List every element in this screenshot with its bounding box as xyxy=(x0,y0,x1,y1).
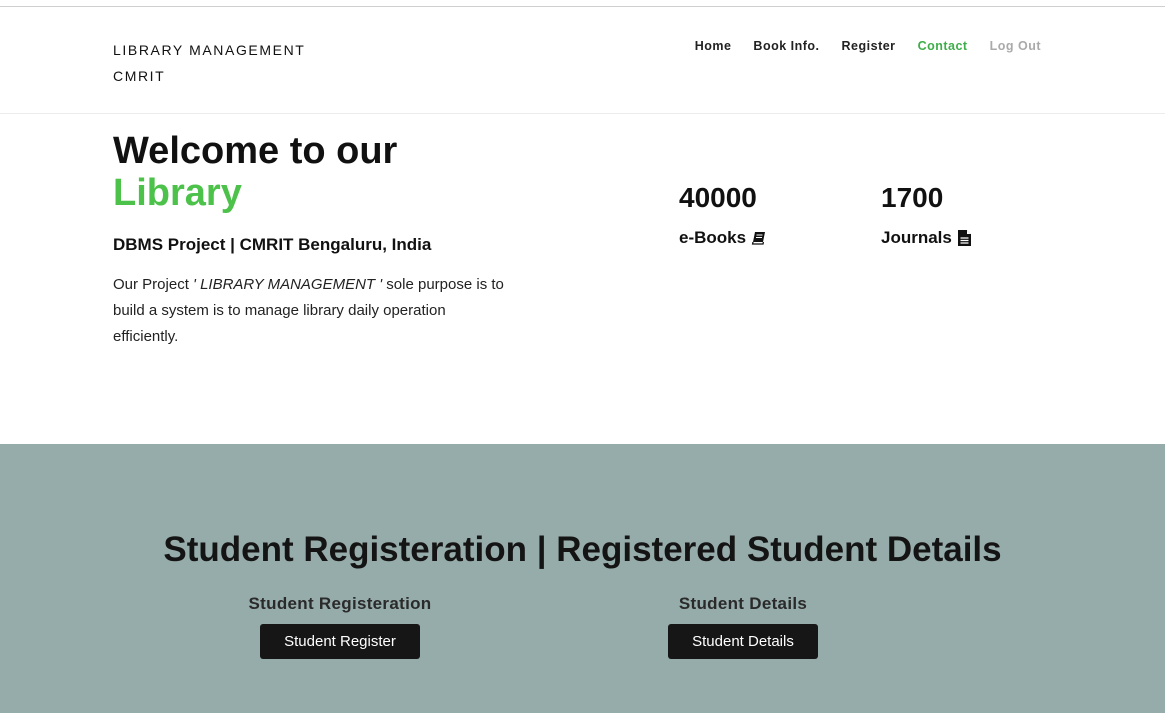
hero-description-project-name: ' LIBRARY MANAGEMENT ' xyxy=(193,276,383,293)
hero-title-line-1: Welcome to our xyxy=(113,130,398,172)
nav-book-info[interactable]: Book Info. xyxy=(753,39,819,53)
brand-logo[interactable]: LIBRARY MANAGEMENT CMRIT xyxy=(113,37,305,89)
site-header: LIBRARY MANAGEMENT CMRIT Home Book Info.… xyxy=(0,7,1165,114)
stat-ebooks-value: 40000 xyxy=(679,182,757,213)
hero-subtitle: DBMS Project | CMRIT Bengaluru, India xyxy=(113,235,432,254)
stat-journals-value: 1700 xyxy=(881,182,944,213)
brand-line-1: LIBRARY MANAGEMENT xyxy=(113,42,306,58)
student-details-button[interactable]: Student Details xyxy=(668,624,818,659)
stat-journals: 1700 Journals xyxy=(881,180,972,248)
main-nav: Home Book Info. Register Contact Log Out xyxy=(695,39,1041,53)
stat-ebooks-label: e-Books xyxy=(679,228,747,247)
book-icon xyxy=(751,232,766,245)
hero-title: Welcome to our Library xyxy=(113,130,397,214)
student-section-title: Student Registeration | Registered Stude… xyxy=(163,530,1002,569)
student-section: Student Registeration | Registered Stude… xyxy=(0,444,1165,713)
stat-journals-label: Journals xyxy=(881,228,952,247)
hero-description-prefix: Our Project xyxy=(113,276,194,293)
student-register-column: Student Registeration Student Register xyxy=(230,594,450,659)
stat-ebooks: 40000 e-Books xyxy=(679,180,767,248)
nav-contact[interactable]: Contact xyxy=(918,39,968,53)
nav-register[interactable]: Register xyxy=(842,39,896,53)
file-text-icon xyxy=(957,230,971,246)
nav-log-out[interactable]: Log Out xyxy=(990,39,1041,53)
hero-description: Our Project ' LIBRARY MANAGEMENT ' sole … xyxy=(113,272,513,350)
hero-title-accent: Library xyxy=(113,172,242,214)
nav-home[interactable]: Home xyxy=(695,39,732,53)
stat-ebooks-label-row: e-Books xyxy=(679,228,767,248)
student-register-button[interactable]: Student Register xyxy=(260,624,420,659)
student-details-column: Student Details Student Details xyxy=(633,594,853,659)
brand-line-2: CMRIT xyxy=(113,68,166,84)
student-details-heading: Student Details xyxy=(678,594,808,613)
stat-journals-label-row: Journals xyxy=(881,228,972,248)
student-register-heading: Student Registeration xyxy=(248,594,432,613)
